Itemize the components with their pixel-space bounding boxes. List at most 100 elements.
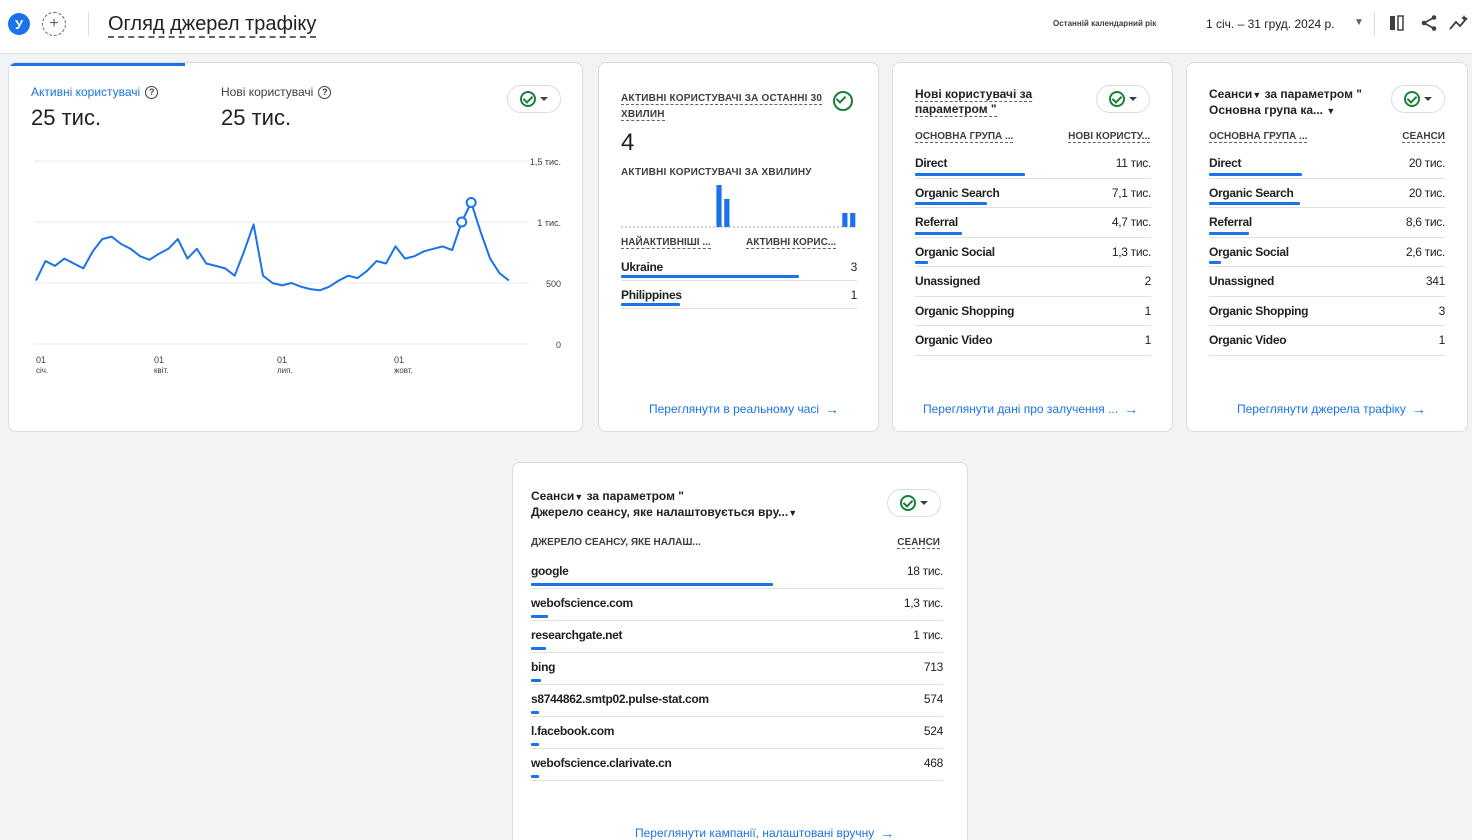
table-row[interactable]: Ukraine 3	[621, 253, 857, 281]
data-point-marker[interactable]	[465, 196, 477, 208]
minute-bar[interactable]	[850, 213, 856, 227]
card-title: Нові користувачі за параметром "	[915, 87, 1033, 117]
table-row[interactable]: Organic Social 2,6 тис.	[1209, 238, 1445, 267]
arrow-right-icon: →	[1124, 401, 1139, 417]
row-bar	[1209, 261, 1222, 264]
minute-bar[interactable]	[842, 213, 848, 227]
row-value: 2	[1144, 274, 1152, 288]
sessions-group-card: Сеанси▼ за параметром " Основна група ка…	[1186, 62, 1468, 432]
table-row[interactable]: Organic Shopping 1	[915, 297, 1152, 326]
engagement-link[interactable]: Переглянути дані про залучення ... →	[923, 401, 1138, 417]
row-label: Unassigned	[1209, 274, 1275, 288]
table-row[interactable]: Unassigned 2	[915, 267, 1151, 297]
table-row[interactable]: Organic Search 20 тис.	[1209, 179, 1445, 208]
column-header: НАЙАКТИВНІШІ ...	[621, 237, 711, 249]
traffic-sources-link[interactable]: Переглянути джерела трафіку →	[1237, 401, 1426, 417]
date-dropdown-icon[interactable]: ▼	[1354, 17, 1364, 28]
realtime-card: АКТИВНІ КОРИСТУВАЧІ ЗА ОСТАННІ 30 ХВИЛИН…	[598, 62, 879, 432]
add-comparison-button[interactable]: +	[42, 12, 66, 36]
per-minute-label: АКТИВНІ КОРИСТУВАЧІ ЗА ХВИЛИНУ	[621, 167, 812, 178]
table-row[interactable]: Philippines 1	[621, 281, 857, 309]
row-label: Organic Video	[1209, 333, 1287, 347]
table-row[interactable]: researchgate.net 1 тис.	[531, 621, 943, 653]
table-row[interactable]: webofscience.clarivate.cn 468	[531, 749, 943, 781]
row-value: 713	[923, 660, 943, 674]
row-bar	[621, 275, 799, 278]
per-minute-bar-chart	[621, 185, 857, 228]
row-value: 1,3 тис.	[903, 596, 943, 610]
y-tick-label: 1 тис.	[537, 218, 561, 228]
overview-card: Активні користувачі ? 25 тис. Нові корис…	[8, 62, 583, 432]
table-row[interactable]: bing 713	[531, 653, 943, 685]
check-circle-icon	[900, 495, 916, 511]
arrow-right-icon: →	[825, 401, 840, 417]
date-preset-label[interactable]: Останній календарний рік	[1053, 19, 1156, 28]
dropdown-icon[interactable]: ▼	[1326, 106, 1335, 116]
table-row[interactable]: Organic Shopping 3	[1209, 297, 1446, 326]
row-value: 3	[850, 260, 858, 274]
row-bar	[1209, 231, 1249, 235]
realtime-title: АКТИВНІ КОРИСТУВАЧІ ЗА ОСТАННІ 30 ХВИЛИН	[621, 93, 823, 121]
row-label: Referral	[1209, 215, 1252, 229]
new-users-card: Нові користувачі за параметром " ОСНОВНА…	[892, 62, 1173, 432]
realtime-value: 4	[621, 129, 635, 156]
row-value: 574	[923, 692, 943, 706]
table-row[interactable]: Referral 4,7 тис.	[915, 208, 1151, 238]
realtime-link[interactable]: Переглянути в реальному часі →	[649, 401, 839, 417]
row-label: Organic Shopping	[915, 303, 1015, 318]
compare-icon[interactable]	[1386, 12, 1408, 34]
row-bar	[621, 303, 680, 306]
page-title: Огляд джерел трафіку	[108, 12, 317, 38]
table-row[interactable]: google 18 тис.	[531, 557, 943, 589]
row-label: Philippines	[621, 288, 682, 302]
row-value: 1,3 тис.	[1111, 244, 1151, 259]
x-tick-month: лип.	[277, 366, 293, 375]
x-tick-month: січ.	[36, 366, 48, 375]
card-status-chip[interactable]	[1391, 85, 1445, 113]
table-row[interactable]: Organic Video 1	[1209, 326, 1445, 356]
row-value: 8,6 тис.	[1405, 215, 1445, 229]
table-row[interactable]: Direct 20 тис.	[1209, 149, 1445, 179]
table-row[interactable]: Direct 11 тис.	[915, 149, 1151, 179]
row-value: 3	[1438, 303, 1446, 318]
row-bar	[1209, 202, 1301, 205]
date-range[interactable]: 1 січ. – 31 груд. 2024 р.	[1206, 17, 1335, 31]
table-row[interactable]: Unassigned 341	[1209, 267, 1445, 297]
card-status-chip[interactable]	[887, 489, 941, 517]
minute-bar[interactable]	[716, 185, 722, 227]
row-value: 2,6 тис.	[1405, 244, 1445, 259]
column-header: СЕАНСИ	[1402, 131, 1445, 143]
table-row[interactable]: l.facebook.com 524	[531, 717, 943, 749]
row-label: Organic Search	[1209, 185, 1294, 200]
minute-bar[interactable]	[724, 199, 730, 227]
arrow-right-icon: →	[1411, 401, 1426, 417]
active-users-line[interactable]	[35, 201, 510, 292]
data-point-marker[interactable]	[456, 216, 468, 228]
row-bar	[531, 711, 539, 714]
table-row[interactable]: Organic Social 1,3 тис.	[915, 238, 1151, 267]
property-avatar[interactable]: У	[8, 13, 30, 35]
dropdown-icon[interactable]: ▼	[574, 492, 583, 502]
row-value: 524	[923, 724, 943, 738]
dropdown-icon[interactable]: ▼	[788, 508, 797, 518]
column-header: ДЖЕРЕЛО СЕАНСУ, ЯКЕ НАЛАШ...	[531, 537, 701, 548]
insights-icon[interactable]	[1448, 12, 1470, 34]
top-header: У + Огляд джерел трафіку Останній календ…	[0, 0, 1472, 54]
row-value: 1	[1144, 303, 1152, 318]
table-row[interactable]: Referral 8,6 тис.	[1209, 208, 1445, 238]
dropdown-icon[interactable]: ▼	[1252, 90, 1261, 100]
row-label: Unassigned	[915, 274, 981, 288]
table-row[interactable]: Organic Search 7,1 тис.	[915, 179, 1151, 208]
row-bar	[915, 231, 963, 235]
share-icon[interactable]	[1418, 12, 1440, 34]
x-tick-month: квіт.	[154, 366, 169, 375]
card-status-chip[interactable]	[1096, 85, 1150, 113]
table-row[interactable]: webofscience.com 1,3 тис.	[531, 589, 943, 621]
table-row[interactable]: s8744862.smtp02.pulse-stat.com 574	[531, 685, 943, 717]
check-circle-icon[interactable]	[833, 91, 853, 111]
x-tick-day: 01	[36, 355, 46, 365]
manual-campaigns-link[interactable]: Переглянути кампанії, налаштовані вручну…	[635, 825, 894, 840]
table-row[interactable]: Organic Video 1	[915, 326, 1151, 356]
row-label: s8744862.smtp02.pulse-stat.com	[531, 692, 709, 706]
row-bar	[1209, 172, 1302, 176]
